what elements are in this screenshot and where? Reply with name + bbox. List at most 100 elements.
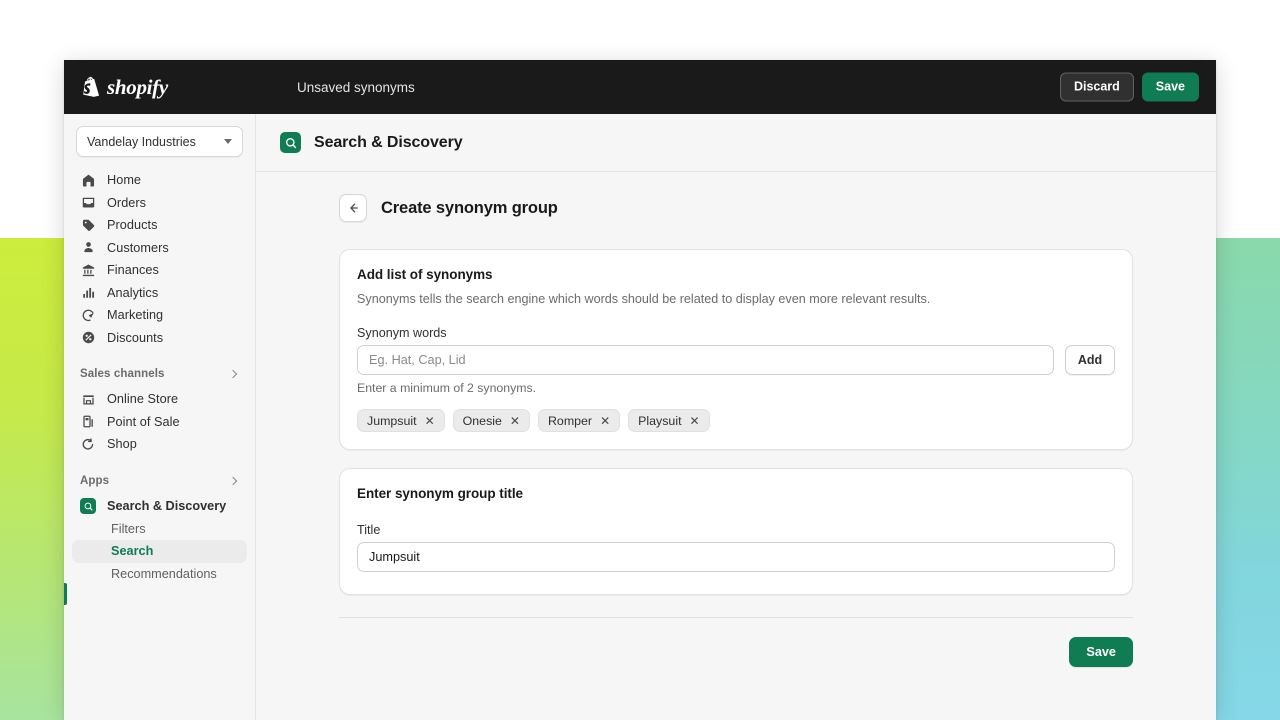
sidebar-item-search-and-discovery[interactable]: Search & Discovery [72,495,247,518]
primary-nav: Home Orders Products Customers Finances … [64,169,255,585]
search-discovery-app-icon [80,498,96,514]
shopify-logo[interactable]: shopify [81,75,277,100]
synonym-chip[interactable]: Romper ✕ [537,409,621,432]
search-discovery-app-icon [280,132,301,153]
store-switcher[interactable]: Vandelay Industries [76,126,243,157]
main-content: Search & Discovery Create synonym group [256,114,1216,720]
sidebar-item-filters[interactable]: Filters [72,518,247,541]
sidebar-item-finances[interactable]: Finances [72,259,247,282]
content-scroll-area: Create synonym group Add list of synonym… [256,172,1216,720]
synonym-chip[interactable]: Playsuit ✕ [628,409,710,432]
shopify-wordmark: shopify [107,74,168,99]
sidebar-item-label: Shop [107,437,137,452]
sidebar-item-analytics[interactable]: Analytics [72,282,247,305]
storefront-icon [80,391,96,407]
section-label: Sales channels [80,368,165,380]
topbar-actions: Discard Save [1059,72,1199,102]
footer-actions: Save [339,637,1133,667]
sidebar-item-label: Discounts [107,330,164,345]
sidebar-item-label: Point of Sale [107,414,180,429]
synonym-help-text: Enter a minimum of 2 synonyms. [357,381,537,395]
top-bar: shopify Unsaved synonyms Discard Save [64,60,1216,114]
sidebar-item-discounts[interactable]: Discounts [72,327,247,350]
title-label: Title [357,523,381,537]
section-sales-channels[interactable]: Sales channels [72,363,247,385]
shop-circle-icon [80,436,96,452]
card-description: Synonyms tells the search engine which w… [357,292,931,306]
chip-label: Onesie [462,413,502,428]
card-heading: Enter synonym group title [357,486,524,501]
bar-chart-icon [80,285,96,301]
sidebar-item-label: Search & Discovery [107,499,227,513]
person-icon [80,240,96,256]
sidebar-item-label: Filters [111,521,146,536]
page-header: Create synonym group [339,194,1133,222]
sidebar-item-label: Home [107,173,142,188]
discount-percent-icon [80,330,96,346]
shopify-bag-icon [83,76,100,97]
sidebar-item-label: Online Store [107,392,179,407]
synonym-chip-list: Jumpsuit ✕ Onesie ✕ Romper ✕ Playsuit ✕ [357,409,1115,432]
pos-device-icon [80,414,96,430]
sidebar-item-label: Orders [107,195,147,210]
close-icon[interactable]: ✕ [600,415,610,427]
back-button[interactable] [339,194,367,222]
sidebar-item-label: Marketing [107,308,164,323]
synonym-words-label: Synonym words [357,326,447,340]
card-heading: Add list of synonyms [357,267,493,282]
sidebar-item-online-store[interactable]: Online Store [72,388,247,411]
section-label: Apps [80,474,110,487]
sidebar-item-label: Finances [107,263,159,278]
sidebar-item-shop[interactable]: Shop [72,433,247,456]
chevron-right-icon [228,369,238,379]
synonym-chip[interactable]: Jumpsuit ✕ [357,409,445,432]
window-body: Vandelay Industries Home Orders Products… [64,114,1216,720]
content-inner: Create synonym group Add list of synonym… [339,194,1133,667]
sidebar-item-search[interactable]: Search [72,540,247,563]
synonym-words-input[interactable] [357,345,1054,375]
discard-button[interactable]: Discard [1059,72,1134,102]
synonym-chip[interactable]: Onesie ✕ [452,409,530,432]
sidebar-item-label: Recommendations [111,566,217,581]
bank-icon [80,262,96,278]
close-icon[interactable]: ✕ [510,415,520,427]
footer-divider [339,617,1133,618]
sidebar-item-point-of-sale[interactable]: Point of Sale [72,411,247,434]
sidebar-item-products[interactable]: Products [72,214,247,237]
active-nav-indicator [64,583,67,605]
close-icon[interactable]: ✕ [690,415,700,427]
unsaved-status-label: Unsaved synonyms [297,79,415,95]
product-tag-icon [80,217,96,233]
save-button-topbar[interactable]: Save [1141,72,1199,102]
chip-label: Playsuit [638,413,682,428]
synonym-input-row: Add [357,345,1115,375]
sidebar-item-label: Analytics [107,285,159,300]
store-name: Vandelay Industries [87,134,196,149]
group-title-card: Enter synonym group title Title [339,468,1133,595]
app-title: Search & Discovery [314,133,463,151]
add-synonym-button[interactable]: Add [1065,345,1115,375]
sidebar-item-marketing[interactable]: Marketing [72,304,247,327]
app-header: Search & Discovery [256,114,1216,172]
sidebar-item-recommendations[interactable]: Recommendations [72,563,247,586]
orders-inbox-icon [80,195,96,211]
sidebar-item-label: Products [107,218,158,233]
close-icon[interactable]: ✕ [425,415,435,427]
chip-label: Jumpsuit [367,413,417,428]
sidebar-item-label: Search [111,544,154,559]
save-button-footer[interactable]: Save [1069,637,1133,667]
chevron-right-icon [228,476,238,485]
sidebar-item-label: Customers [107,240,169,255]
group-title-input[interactable] [357,542,1115,572]
section-apps[interactable]: Apps [72,470,247,492]
chevron-down-icon [224,139,232,144]
page-title: Create synonym group [381,198,558,217]
sidebar-item-customers[interactable]: Customers [72,237,247,260]
shopify-admin-window: shopify Unsaved synonyms Discard Save Va… [64,60,1216,720]
home-icon [80,172,96,188]
megaphone-target-icon [80,307,96,323]
add-synonyms-card: Add list of synonyms Synonyms tells the … [339,249,1133,450]
arrow-left-icon [350,203,358,213]
sidebar-item-home[interactable]: Home [72,169,247,192]
sidebar-item-orders[interactable]: Orders [72,192,247,215]
